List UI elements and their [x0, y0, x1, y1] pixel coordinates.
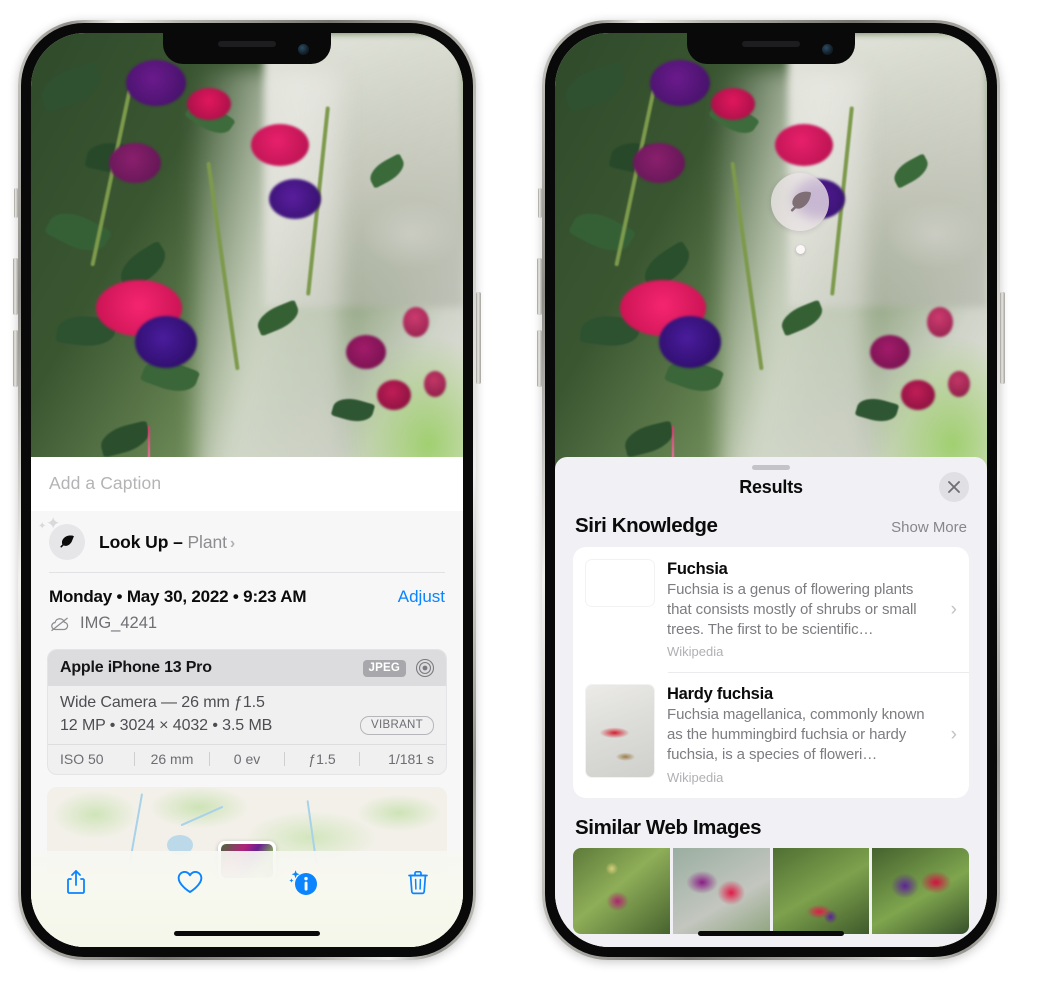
similar-web-images-title: Similar Web Images: [575, 815, 762, 839]
home-indicator[interactable]: [174, 931, 320, 936]
close-icon: [948, 481, 960, 493]
camera-size-line: 12 MP • 3024 × 4032 • 3.5 MB: [60, 716, 273, 734]
notch: [687, 33, 855, 64]
aperture-icon: [415, 658, 435, 678]
show-more-button[interactable]: Show More: [891, 519, 967, 536]
home-indicator[interactable]: [698, 931, 844, 936]
info-sparkle-icon: [289, 870, 317, 895]
web-image-2[interactable]: [672, 847, 770, 934]
look-up-avatar: ✦ ✦: [38, 514, 85, 560]
visual-lookup-bubble[interactable]: [771, 173, 829, 231]
volume-down-button[interactable]: [537, 330, 542, 387]
camera-model: Apple iPhone 13 Pro: [60, 659, 212, 676]
visual-lookup-badge[interactable]: [771, 173, 829, 254]
similar-web-images-header: Similar Web Images: [555, 798, 987, 848]
photo-metadata: Monday • May 30, 2022 • 9:23 AM Adjust I…: [31, 573, 463, 643]
mute-switch[interactable]: [538, 188, 542, 218]
trash-icon: [408, 870, 428, 895]
knowledge-title: Hardy fuchsia: [667, 685, 773, 704]
photographic-style-badge: VIBRANT: [360, 716, 434, 735]
web-image-4[interactable]: [872, 847, 969, 934]
caption-input[interactable]: Add a Caption: [31, 457, 463, 511]
look-up-label: Look Up – Plant ›: [99, 532, 235, 553]
screen-left: Add a Caption ✦ ✦ Look Up – Plant › Mond…: [31, 33, 463, 947]
adjust-button[interactable]: Adjust: [398, 587, 445, 607]
earpiece-speaker: [218, 41, 276, 47]
visual-lookup-dot: [795, 245, 805, 254]
knowledge-source: Wikipedia: [667, 769, 724, 785]
exif-focal: 26 mm: [150, 751, 194, 767]
share-button[interactable]: [59, 865, 93, 899]
exif-row: ISO 50 26 mm 0 ev ƒ1.5 1/181 s: [48, 744, 446, 774]
info-button[interactable]: [287, 865, 321, 899]
front-camera: [298, 44, 309, 55]
look-up-row[interactable]: ✦ ✦ Look Up – Plant ›: [31, 511, 463, 573]
favorite-button[interactable]: [173, 865, 207, 899]
photo-filename: IMG_4241: [80, 614, 158, 632]
notch: [163, 33, 331, 64]
camera-info-card: Apple iPhone 13 Pro JPEG Wide Camera — 2…: [47, 649, 447, 775]
look-up-subject: Plant: [187, 531, 227, 552]
mute-switch[interactable]: [14, 188, 18, 218]
results-header: Results: [555, 470, 987, 512]
chevron-right-icon: ›: [950, 598, 957, 620]
list-item[interactable]: Hardy fuchsia Fuchsia magellanica, commo…: [573, 672, 969, 797]
volume-up-button[interactable]: [537, 258, 542, 315]
siri-knowledge-title: Siri Knowledge: [575, 514, 718, 537]
volume-down-button[interactable]: [13, 330, 18, 387]
look-up-dash: –: [173, 531, 183, 552]
exif-iso: ISO 50: [60, 751, 104, 767]
volume-up-button[interactable]: [13, 258, 18, 315]
close-button[interactable]: [939, 472, 969, 502]
results-title: Results: [739, 477, 803, 497]
leaf-icon: [60, 535, 75, 548]
similar-web-images-strip[interactable]: [555, 847, 987, 934]
power-button[interactable]: [476, 292, 481, 384]
knowledge-thumbnail: [586, 560, 654, 606]
screen-right: Results Siri Knowledge Show More Fuchsia…: [555, 33, 987, 947]
siri-knowledge-header: Siri Knowledge Show More: [555, 512, 987, 547]
heart-icon: [177, 871, 203, 893]
chevron-right-icon: ›: [950, 724, 957, 746]
camera-lens-line: Wide Camera — 26 mm ƒ1.5: [60, 694, 265, 711]
photo-info-sheet: Add a Caption ✦ ✦ Look Up – Plant › Mond…: [31, 457, 463, 947]
cloud-slash-icon: [51, 617, 69, 631]
web-image-3[interactable]: [772, 847, 870, 934]
sparkle-small-icon: ✦: [38, 521, 47, 532]
iphone-right: Results Siri Knowledge Show More Fuchsia…: [537, 20, 1005, 960]
leaf-icon: [790, 191, 812, 212]
exif-shutter: 1/181 s: [388, 751, 434, 767]
list-item[interactable]: Fuchsia Fuchsia is a genus of flowering …: [573, 547, 969, 672]
knowledge-description: Fuchsia magellanica, commonly known as t…: [667, 706, 925, 763]
screenshot-stage: Add a Caption ✦ ✦ Look Up – Plant › Mond…: [0, 0, 1055, 985]
knowledge-source: Wikipedia: [667, 644, 724, 660]
chevron-right-icon: ›: [229, 534, 236, 552]
look-up-title: Look Up: [99, 531, 169, 552]
photo-date: Monday • May 30, 2022 • 9:23 AM: [49, 587, 307, 606]
sparkle-icon: ✦: [46, 514, 61, 533]
share-icon: [67, 870, 85, 894]
siri-knowledge-card: Fuchsia Fuchsia is a genus of flowering …: [573, 547, 969, 798]
knowledge-thumbnail: [586, 685, 654, 778]
iphone-left: Add a Caption ✦ ✦ Look Up – Plant › Mond…: [13, 20, 481, 960]
power-button[interactable]: [1000, 292, 1005, 384]
device-bezel: Add a Caption ✦ ✦ Look Up – Plant › Mond…: [21, 23, 473, 957]
exif-ev: 0 ev: [233, 751, 261, 767]
results-sheet: Results Siri Knowledge Show More Fuchsia…: [555, 457, 987, 947]
knowledge-title: Fuchsia: [667, 560, 728, 578]
web-image-1[interactable]: [573, 847, 670, 934]
device-bezel: Results Siri Knowledge Show More Fuchsia…: [545, 23, 997, 957]
earpiece-speaker: [742, 41, 800, 47]
knowledge-description: Fuchsia is a genus of flowering plants t…: [667, 581, 917, 638]
exif-aperture: ƒ1.5: [308, 751, 336, 767]
front-camera: [822, 44, 833, 55]
delete-button[interactable]: [401, 865, 435, 899]
format-badge: JPEG: [362, 659, 406, 677]
